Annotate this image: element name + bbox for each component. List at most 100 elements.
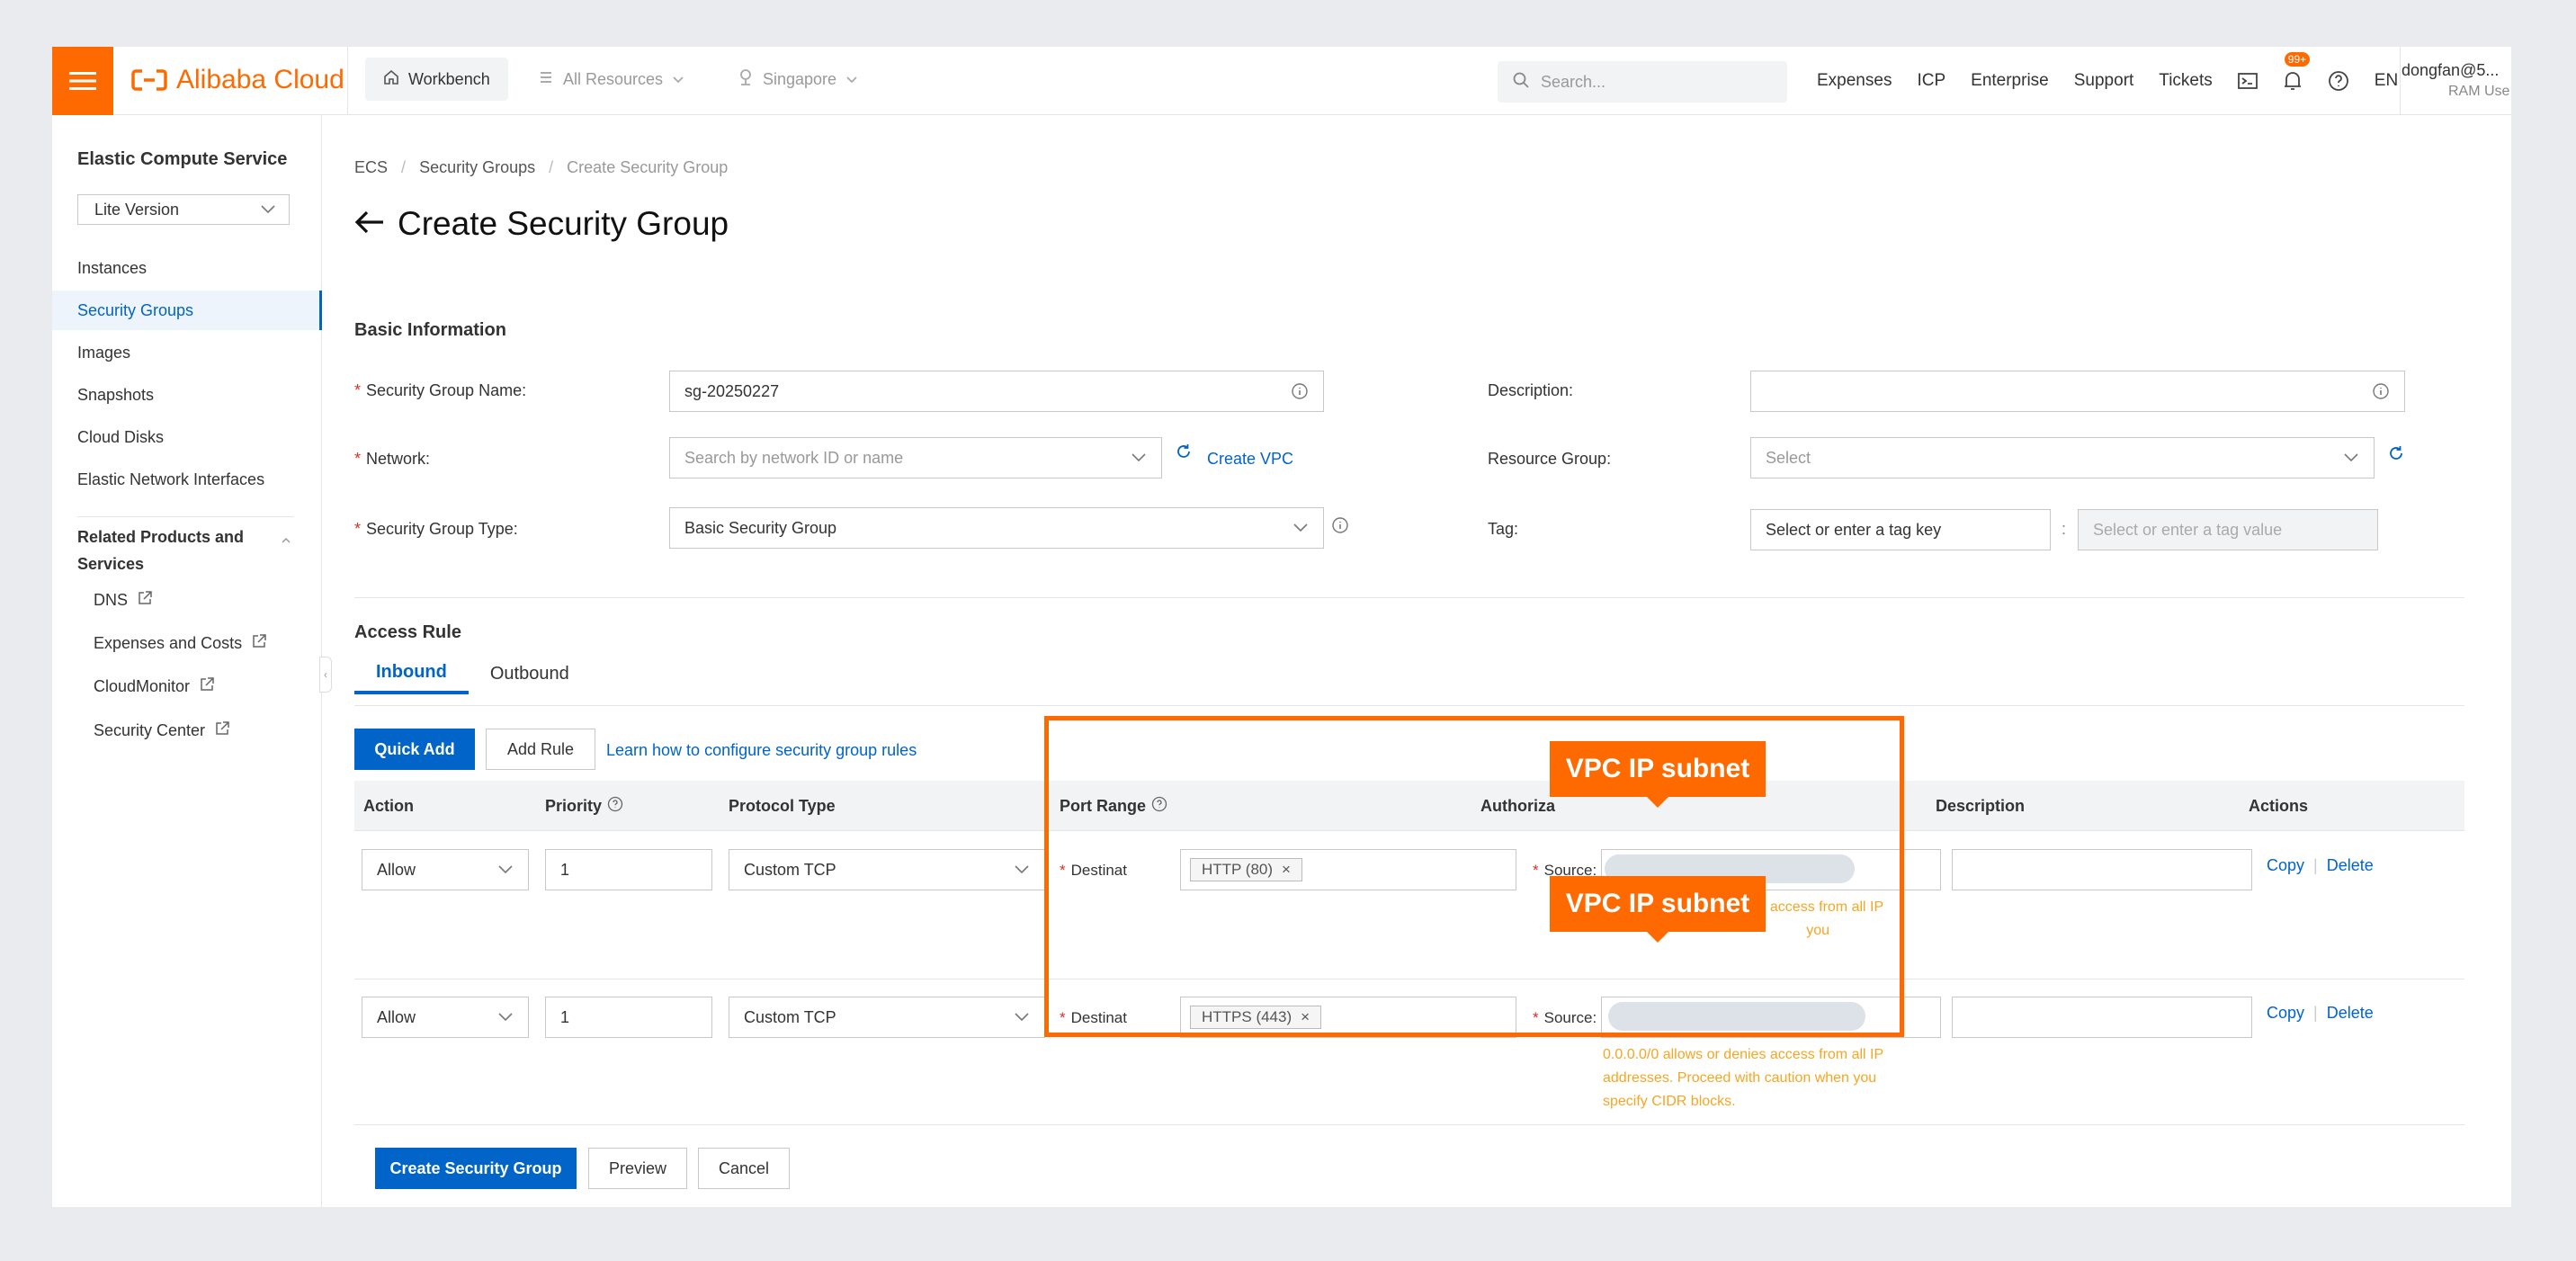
row2-source-warning: 0.0.0.0/0 allows or denies access from a… xyxy=(1603,1043,1945,1113)
tag-key-input[interactable]: Select or enter a tag key xyxy=(1750,509,2051,550)
icp-link[interactable]: ICP xyxy=(1917,71,1945,91)
workbench-button[interactable]: Workbench xyxy=(365,58,508,101)
related-dns-link[interactable]: DNS xyxy=(94,590,153,611)
network-label: * Network: xyxy=(354,450,431,468)
related-cloudmonitor-link[interactable]: CloudMonitor xyxy=(94,676,215,697)
tag-value-placeholder: Select or enter a tag value xyxy=(2093,520,2283,539)
tickets-link[interactable]: Tickets xyxy=(2159,71,2212,91)
chevron-down-icon xyxy=(1292,523,1309,533)
user-menu[interactable]: dongfan@5... RAM Use xyxy=(2402,59,2509,103)
row2-action-select[interactable]: Allow xyxy=(362,997,529,1038)
info-icon[interactable] xyxy=(1331,516,1349,539)
bell-icon[interactable]: 99+ xyxy=(2283,52,2311,92)
enterprise-link[interactable]: Enterprise xyxy=(1971,71,2049,91)
col-priority: Priority xyxy=(545,781,623,831)
sidebar-item-cloud-disks[interactable]: Cloud Disks xyxy=(52,417,322,457)
refresh-icon[interactable] xyxy=(1175,443,1193,465)
row1-delete-link[interactable]: Delete xyxy=(2327,856,2374,875)
tabs-underline xyxy=(354,705,2464,706)
console-window: Alibaba Cloud Workbench All Resources Si… xyxy=(52,47,2511,1207)
related-dns-label: DNS xyxy=(94,591,129,609)
row1-copy-link[interactable]: Copy xyxy=(2267,856,2304,875)
annotation-highlight-box xyxy=(1044,716,1904,1037)
list-icon xyxy=(538,69,554,90)
security-group-name-input[interactable]: sg-20250227 xyxy=(669,371,1324,412)
help-icon[interactable] xyxy=(607,796,623,817)
learn-rules-link[interactable]: Learn how to configure security group ru… xyxy=(606,741,917,760)
alibaba-cloud-logo-icon xyxy=(131,69,167,91)
row1-description-input[interactable] xyxy=(1952,849,2252,890)
chevron-down-icon xyxy=(260,201,276,219)
row2-protocol-select[interactable]: Custom TCP xyxy=(729,997,1045,1038)
version-select[interactable]: Lite Version xyxy=(77,194,290,225)
tag-key-placeholder: Select or enter a tag key xyxy=(1766,520,1942,539)
related-expenses-link[interactable]: Expenses and Costs xyxy=(94,633,267,654)
menu-icon[interactable] xyxy=(52,47,113,115)
resource-group-label-text: Resource Group xyxy=(1488,450,1607,468)
security-group-type-select[interactable]: Basic Security Group xyxy=(669,507,1324,549)
row1-protocol-select[interactable]: Custom TCP xyxy=(729,849,1045,890)
chevron-down-icon xyxy=(1131,452,1147,463)
chevron-down-icon xyxy=(1014,1012,1030,1023)
create-vpc-link[interactable]: Create VPC xyxy=(1207,450,1293,469)
terminal-icon[interactable] xyxy=(2237,72,2258,90)
breadcrumb-security-groups[interactable]: Security Groups xyxy=(419,158,535,176)
breadcrumb-ecs[interactable]: ECS xyxy=(354,158,388,176)
row2-actions: Copy | Delete xyxy=(2267,1004,2374,1023)
breadcrumb-separator: / xyxy=(549,158,554,176)
col-action: Action xyxy=(363,796,414,815)
sidebar-item-enis[interactable]: Elastic Network Interfaces xyxy=(52,460,322,499)
sidebar-item-images[interactable]: Images xyxy=(52,333,322,372)
row2-description-input[interactable] xyxy=(1952,997,2252,1038)
row2-priority-input[interactable]: 1 xyxy=(545,997,712,1038)
alibaba-cloud-logo[interactable]: Alibaba Cloud xyxy=(131,65,344,95)
row2-priority-value: 1 xyxy=(560,1007,570,1026)
search-input[interactable]: Search... xyxy=(1498,61,1787,103)
sidebar-item-snapshots[interactable]: Snapshots xyxy=(52,375,322,415)
language-switch[interactable]: EN xyxy=(2375,71,2398,91)
row1-action-value: Allow xyxy=(377,860,416,879)
quick-add-button[interactable]: Quick Add xyxy=(354,729,475,770)
expenses-link[interactable]: Expenses xyxy=(1817,71,1892,91)
related-products-header[interactable]: Related Products and Services xyxy=(77,523,293,577)
preview-button[interactable]: Preview xyxy=(588,1148,687,1189)
home-icon xyxy=(383,69,399,90)
brand-name: Alibaba Cloud xyxy=(176,65,344,94)
cancel-button[interactable]: Cancel xyxy=(698,1148,790,1189)
sidebar-item-instances[interactable]: Instances xyxy=(52,248,322,288)
resource-group-select[interactable]: Select xyxy=(1750,437,2375,478)
support-link[interactable]: Support xyxy=(2074,71,2134,91)
network-select[interactable]: Search by network ID or name xyxy=(669,437,1162,478)
create-security-group-button[interactable]: Create Security Group xyxy=(375,1148,577,1189)
basic-info-title: Basic Information xyxy=(354,320,506,340)
row2-copy-link[interactable]: Copy xyxy=(2267,1004,2304,1023)
related-security-center-link[interactable]: Security Center xyxy=(94,720,230,741)
row1-priority-value: 1 xyxy=(560,860,570,879)
col-actions: Actions xyxy=(2249,796,2309,815)
type-label-text: Security Group Type xyxy=(366,520,514,538)
sidebar-item-security-groups[interactable]: Security Groups xyxy=(52,291,322,330)
all-resources-dropdown[interactable]: All Resources xyxy=(520,58,702,101)
row1-priority-input[interactable]: 1 xyxy=(545,849,712,890)
back-arrow-icon[interactable] xyxy=(354,205,385,243)
search-icon xyxy=(1512,71,1530,94)
row1-actions: Copy | Delete xyxy=(2267,856,2374,875)
divider xyxy=(354,597,2464,598)
related-expenses-label: Expenses and Costs xyxy=(94,634,243,652)
related-cloudmonitor-label: CloudMonitor xyxy=(94,677,191,695)
row1-protocol-value: Custom TCP xyxy=(744,860,836,879)
help-icon[interactable] xyxy=(2328,70,2349,92)
tab-inbound[interactable]: Inbound xyxy=(354,653,469,694)
refresh-icon[interactable] xyxy=(2387,444,2405,467)
chevron-down-icon xyxy=(497,1012,514,1023)
page-title-row: Create Security Group xyxy=(354,205,729,243)
row1-action-select[interactable]: Allow xyxy=(362,849,529,890)
main-content: ECS / Security Groups / Create Security … xyxy=(322,115,2511,1207)
row2-delete-link[interactable]: Delete xyxy=(2327,1004,2374,1023)
table-bottom-divider xyxy=(354,1124,2464,1125)
description-input[interactable] xyxy=(1750,371,2405,412)
add-rule-button[interactable]: Add Rule xyxy=(486,729,595,770)
tab-outbound[interactable]: Outbound xyxy=(469,653,591,694)
region-dropdown[interactable]: Singapore xyxy=(720,58,876,101)
tag-value-input: Select or enter a tag value xyxy=(2078,509,2378,550)
